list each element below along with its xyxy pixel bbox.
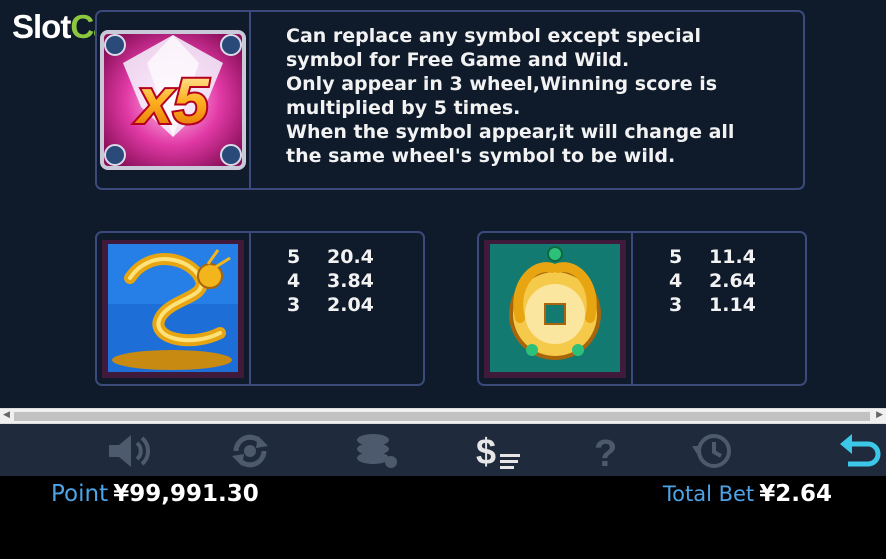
back-button[interactable] (836, 432, 884, 470)
paytable-page: SlotCatalog .com (0, 0, 886, 408)
koi-payouts: 5 11.4 4 2.64 3 1.14 (669, 245, 756, 317)
bet-chips-button[interactable] (352, 432, 400, 470)
x5-diamond-wild-icon: x5 (100, 30, 246, 170)
point-label: Point (51, 481, 109, 507)
help-icon: ? (594, 433, 617, 470)
dragon-symbol-cell (97, 233, 251, 384)
dragon-symbol-box: 5 20.4 4 3.84 3 2.04 (95, 231, 425, 386)
svg-text:x5: x5 (134, 65, 210, 137)
svg-text:?: ? (594, 433, 617, 470)
payout-row: 5 20.4 (287, 246, 374, 268)
golden-dragon-icon (102, 239, 244, 378)
total-bet-display: Total Bet ¥2.64 (663, 481, 832, 507)
wild-description-line: the same wheel's symbol to be wild. (286, 145, 676, 167)
wild-symbol-box: x5 Can replace any symbol except special… (95, 10, 805, 190)
koi-symbol-cell (479, 233, 633, 384)
sound-icon (109, 435, 150, 467)
svg-text:$: $ (476, 432, 496, 470)
payout-row: 5 11.4 (669, 246, 756, 268)
wild-description-line: Only appear in 3 wheel,Winning score is (286, 73, 718, 95)
help-button[interactable]: ? (582, 432, 630, 470)
scroll-left-arrow-icon[interactable]: ◀ (3, 410, 10, 420)
total-bet-value: ¥2.64 (759, 481, 832, 507)
sound-button[interactable] (104, 432, 152, 470)
wild-symbol-cell: x5 (97, 12, 251, 188)
wild-description-line: When the symbol appear,it will change al… (286, 121, 735, 143)
paytable-icon: $ (476, 432, 520, 470)
wild-description-line: Can replace any symbol except special (286, 25, 701, 47)
history-button[interactable] (688, 432, 736, 470)
dragon-payouts: 5 20.4 4 3.84 3 2.04 (287, 245, 374, 317)
horizontal-scrollbar[interactable]: ◀ ▶ (0, 408, 886, 424)
payout-row: 3 2.04 (287, 294, 374, 316)
logo-text-slot: Slot (12, 8, 71, 45)
payout-row: 4 2.64 (669, 270, 756, 292)
total-bet-label: Total Bet (662, 482, 755, 506)
paytable-button[interactable]: $ (474, 432, 522, 470)
wild-description-line: symbol for Free Game and Wild. (286, 49, 630, 71)
balance-bar: Point ¥99,991.30 Total Bet ¥2.64 (0, 476, 886, 559)
scrollbar-thumb[interactable] (14, 412, 870, 421)
koi-symbol-box: 5 11.4 4 2.64 3 1.14 (477, 231, 807, 386)
wild-description-line: multiplied by 5 times. (286, 97, 521, 119)
autoplay-button[interactable] (226, 432, 274, 470)
golden-koi-fish-icon (484, 239, 626, 378)
scroll-right-arrow-icon[interactable]: ▶ (876, 410, 883, 420)
history-icon (692, 434, 731, 468)
autoplay-icon (232, 434, 268, 468)
wild-description: Can replace any symbol except special sy… (286, 24, 756, 168)
bet-chips-icon (357, 434, 397, 468)
point-value: ¥99,991.30 (113, 481, 259, 507)
back-icon (840, 434, 881, 467)
payout-row: 3 1.14 (669, 294, 756, 316)
payout-row: 4 3.84 (287, 270, 374, 292)
game-toolbar: $ ? (0, 424, 886, 476)
point-display: Point ¥99,991.30 (51, 481, 259, 507)
